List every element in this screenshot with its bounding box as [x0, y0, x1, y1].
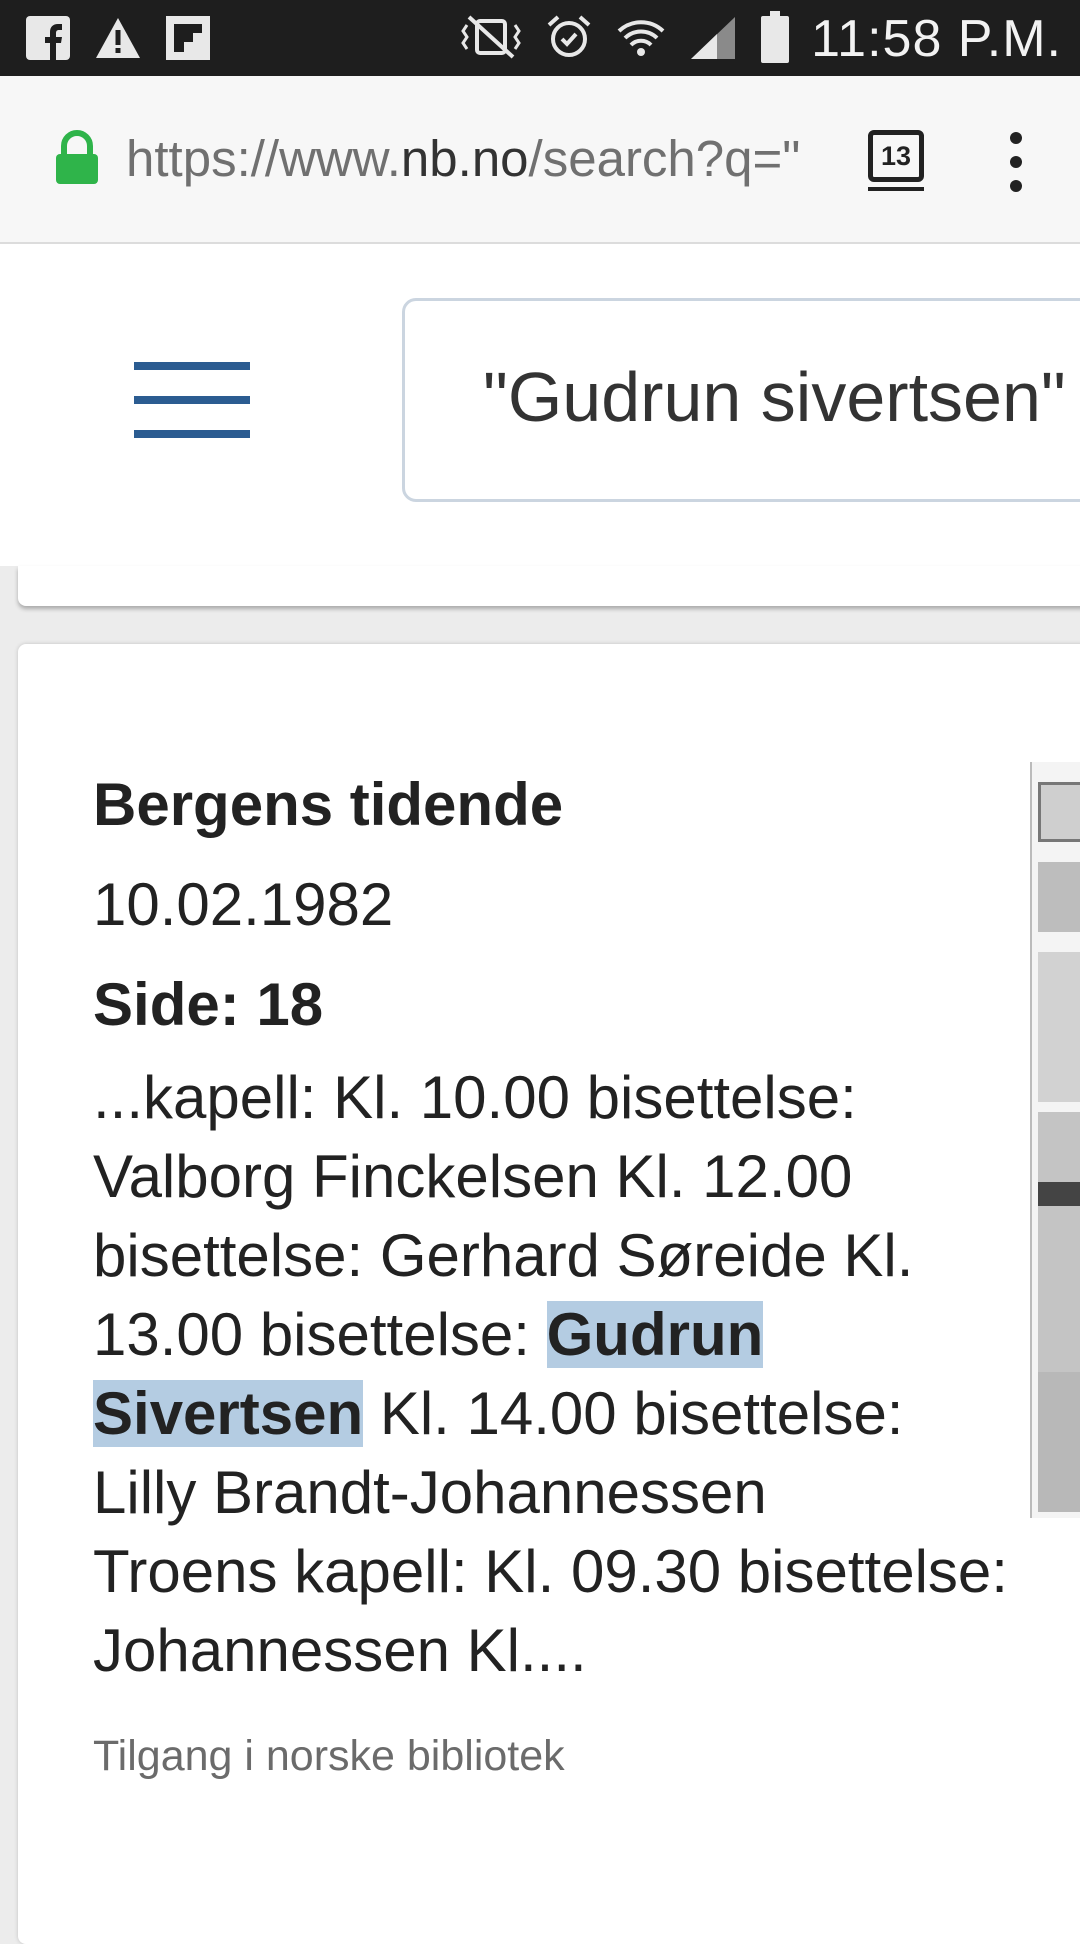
newspaper-thumbnail[interactable] — [1030, 762, 1080, 1518]
snippet-text: 13.00 bisettelse: — [93, 1301, 547, 1368]
url-path: /search?q=" — [528, 130, 801, 187]
highlighted-term: Gudrun — [546, 1301, 764, 1368]
battery-icon — [761, 10, 790, 68]
warning-icon — [94, 12, 142, 64]
url-bar[interactable]: https://www.nb.no/search?q=" — [126, 124, 826, 194]
system-icons: 11:58 P.M. — [459, 4, 1062, 74]
result-title[interactable]: Bergens tidende — [93, 770, 563, 839]
facebook-icon — [24, 12, 72, 64]
tab-switcher-button[interactable]: 13 — [868, 130, 924, 191]
result-date: 10.02.1982 — [93, 871, 394, 938]
snippet-line: ...kapell: Kl. 10.00 bisettelse: — [93, 1064, 857, 1131]
status-bar: 11:58 P.M. — [0, 0, 1080, 76]
result-page: Side: 18 — [93, 971, 324, 1038]
snippet-line: Lilly Brandt-Johannessen — [93, 1459, 767, 1526]
wifi-icon — [615, 13, 667, 66]
search-query: "Gudrun sivertsen" — [483, 358, 1066, 436]
url-host: nb.no — [400, 130, 529, 187]
snippet-line: Johannessen Kl.... — [93, 1617, 587, 1684]
result-snippet: ...kapell: Kl. 10.00 bisettelse: Valborg… — [93, 1058, 1080, 1690]
hamburger-menu-icon[interactable] — [134, 362, 250, 442]
snippet-line: Troens kapell: Kl. 09.30 bisettelse: — [93, 1538, 1008, 1605]
search-input[interactable]: "Gudrun sivertsen" — [402, 298, 1080, 502]
browser-toolbar: https://www.nb.no/search?q=" 13 — [0, 76, 1080, 244]
url-scheme: https://www. — [126, 130, 401, 187]
tab-count: 13 — [880, 140, 912, 171]
header-divider — [18, 566, 1080, 606]
site-header: "Gudrun sivertsen" — [0, 244, 1080, 566]
snippet-line: Valborg Finckelsen Kl. 12.00 — [93, 1143, 853, 1210]
vibrate-icon — [459, 15, 523, 64]
alarm-icon — [545, 13, 593, 66]
access-note: Tilgang i norske bibliotek — [93, 1732, 565, 1780]
signal-icon — [689, 13, 739, 66]
snippet-line: bisettelse: Gerhard Søreide Kl. — [93, 1222, 914, 1289]
overflow-menu-icon[interactable] — [1004, 132, 1028, 202]
flipboard-icon — [164, 12, 212, 64]
search-result-card[interactable]: Bergens tidende 10.02.1982 Side: 18 ...k… — [18, 644, 1080, 1944]
notification-icons — [24, 12, 212, 64]
snippet-line: Sivertsen Kl. 14.00 bisettelse: — [93, 1374, 1080, 1453]
clock: 11:58 P.M. — [811, 10, 1062, 68]
lock-icon[interactable] — [54, 130, 100, 191]
snippet-line: 13.00 bisettelse: Gudrun — [93, 1295, 1080, 1374]
snippet-text: Kl. 14.00 bisettelse: — [363, 1380, 904, 1447]
highlighted-term: Sivertsen — [93, 1380, 364, 1447]
